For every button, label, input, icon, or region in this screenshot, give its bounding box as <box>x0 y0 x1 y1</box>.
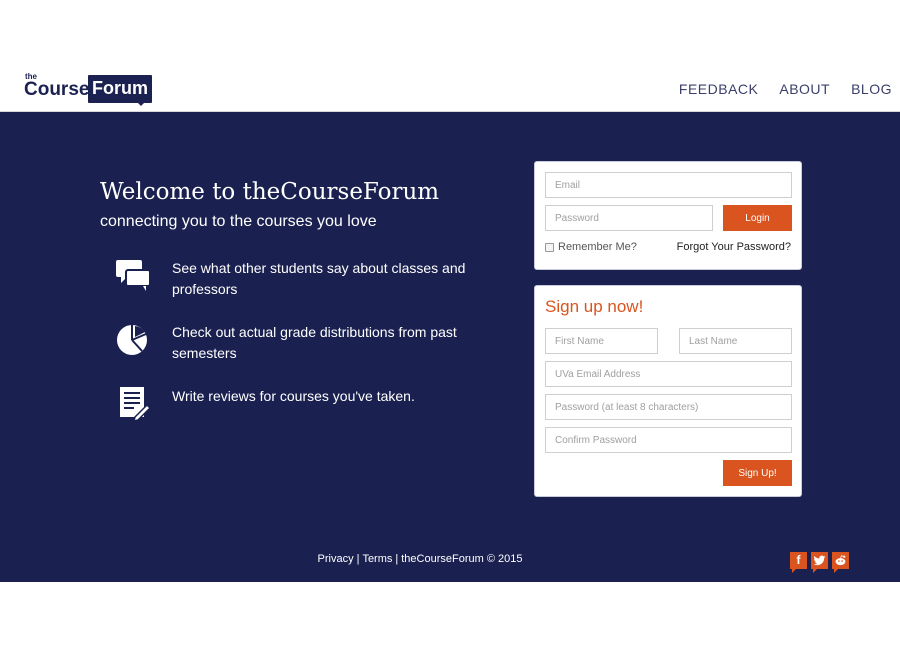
signup-form: Sign up now! Sign Up! <box>534 285 802 497</box>
twitter-icon[interactable] <box>811 552 828 573</box>
login-email-field[interactable] <box>545 172 792 198</box>
hero-tagline: connecting you to the courses you love <box>100 213 377 230</box>
feature-text: Write reviews for courses you've taken. <box>172 388 415 404</box>
review-document-icon <box>115 386 152 423</box>
social-links: f <box>790 552 849 573</box>
chat-bubbles-icon <box>115 258 151 294</box>
facebook-icon[interactable]: f <box>790 552 807 573</box>
login-button[interactable]: Login <box>723 205 792 231</box>
feature-text: Check out actual grade distributions fro… <box>172 324 457 361</box>
signup-title: Sign up now! <box>545 297 644 316</box>
terms-link[interactable]: Terms <box>362 553 392 565</box>
footer-separator: | <box>395 553 399 565</box>
last-name-field[interactable] <box>679 328 792 354</box>
logo-speech-tail <box>136 101 146 106</box>
remember-me[interactable]: Remember Me? <box>545 241 637 253</box>
copyright-text: theCourseForum © 2015 <box>401 553 523 565</box>
hero-section: Welcome to theCourseForum connecting you… <box>0 112 900 582</box>
nav-about-link[interactable]: ABOUT <box>779 81 830 97</box>
remember-me-label: Remember Me? <box>558 241 637 253</box>
first-name-field[interactable] <box>545 328 658 354</box>
confirm-password-field[interactable] <box>545 427 792 453</box>
login-password-field[interactable] <box>545 205 713 231</box>
nav-blog-link[interactable]: BLOG <box>851 81 892 97</box>
uva-email-field[interactable] <box>545 361 792 387</box>
login-form: Login Remember Me? Forgot Your Password? <box>534 161 802 270</box>
reddit-icon[interactable] <box>832 552 849 573</box>
forgot-password-link[interactable]: Forgot Your Password? <box>677 241 791 253</box>
site-header: the Course Forum FEEDBACK ABOUT BLOG <box>0 62 900 112</box>
nav-feedback-link[interactable]: FEEDBACK <box>679 81 758 97</box>
hero-title: Welcome to theCourseForum <box>100 179 440 205</box>
footer-separator: | <box>356 553 360 565</box>
privacy-link[interactable]: Privacy <box>318 553 354 565</box>
logo-course-text: Course <box>24 79 90 100</box>
remember-me-checkbox[interactable] <box>545 242 554 252</box>
feature-text: See what other students say about classe… <box>172 260 466 297</box>
pie-chart-icon <box>115 322 151 358</box>
footer-links: Privacy | Terms | theCourseForum © 2015 <box>0 553 840 565</box>
signup-button[interactable]: Sign Up! <box>723 460 792 486</box>
main-nav: FEEDBACK ABOUT BLOG <box>679 81 892 97</box>
signup-password-field[interactable] <box>545 394 792 420</box>
logo-forum-text: Forum <box>88 75 152 103</box>
